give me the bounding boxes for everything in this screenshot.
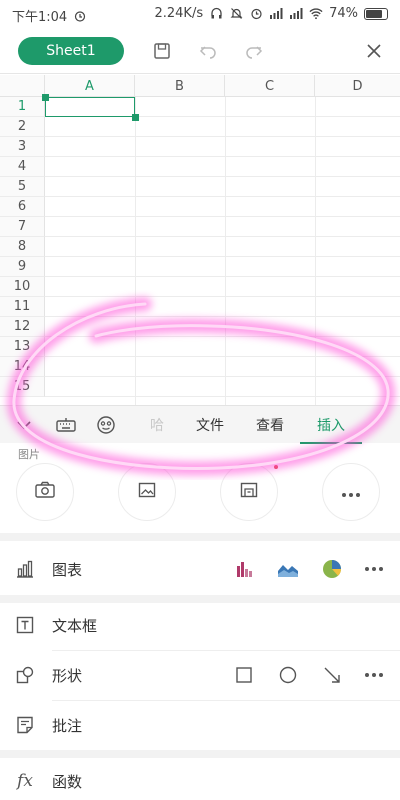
network-speed: 2.24K/s (154, 6, 204, 21)
spreadsheet-grid[interactable]: A B C D 1 2 3 4 5 6 7 8 9 10 11 12 13 14… (0, 75, 400, 405)
new-badge-dot (274, 465, 278, 469)
image-insert-button[interactable] (220, 463, 278, 521)
tab-file[interactable]: 文件 (186, 406, 234, 444)
grid-row (45, 337, 400, 357)
gallery-icon (137, 480, 157, 504)
row-header[interactable]: 10 (0, 277, 45, 297)
corner-cell (0, 75, 45, 97)
app-toolbar: Sheet1 (0, 28, 400, 74)
more-icon (341, 483, 361, 502)
wifi-icon (309, 7, 323, 21)
circle-shape-icon[interactable] (276, 663, 300, 687)
textbox-icon (14, 614, 36, 636)
gallery-button[interactable] (118, 463, 176, 521)
column-header[interactable]: D (315, 75, 400, 97)
image-section-label: 图片 (18, 448, 40, 461)
column-header[interactable]: B (135, 75, 225, 97)
save-icon[interactable] (150, 39, 174, 63)
bottom-tool-strip: 哈 文件 查看 插入 (0, 405, 400, 444)
row-header[interactable]: 6 (0, 197, 45, 217)
chart-bars-icon (14, 558, 36, 580)
column-header-row: A B C D (0, 75, 400, 97)
keyboard-icon[interactable] (54, 413, 78, 437)
status-bar: 下午1:04 2.24K/s 74% (0, 0, 400, 28)
function-fx-icon: fx (17, 771, 33, 791)
comment-option-row[interactable]: 批注 (0, 700, 400, 750)
row-header[interactable]: 7 (0, 217, 45, 237)
area-chart-icon[interactable] (276, 557, 300, 581)
tab-partial[interactable]: 哈 (146, 406, 168, 444)
row-header[interactable]: 14 (0, 357, 45, 377)
redo-icon[interactable] (242, 39, 266, 63)
chart-more-icon[interactable] (362, 557, 386, 581)
shape-label: 形状 (52, 666, 83, 685)
row-header[interactable]: 5 (0, 177, 45, 197)
selection-handle-bottom-right[interactable] (132, 114, 139, 121)
grid-row (45, 317, 400, 337)
grid-row (45, 137, 400, 157)
row-header[interactable]: 1 (0, 97, 45, 117)
grid-row (45, 297, 400, 317)
grid-row (45, 157, 400, 177)
battery-percent: 74% (329, 6, 358, 21)
grid-row (45, 117, 400, 137)
signal-icon (289, 7, 303, 21)
textbox-label: 文本框 (52, 616, 98, 635)
bar-chart-icon[interactable] (232, 557, 256, 581)
column-header[interactable]: A (45, 75, 135, 97)
grid-row (45, 177, 400, 197)
battery-icon (364, 7, 388, 20)
section-divider (0, 533, 400, 541)
shape-icon (14, 664, 36, 686)
row-header[interactable]: 13 (0, 337, 45, 357)
shape-option-row[interactable]: 形状 (0, 650, 400, 700)
alarm-clock-icon (249, 7, 263, 21)
headphones-icon (209, 7, 223, 21)
grid-row (45, 377, 400, 397)
grid-row (45, 197, 400, 217)
emoji-icon[interactable] (94, 413, 118, 437)
textbox-option-row[interactable]: 文本框 (0, 600, 400, 650)
column-header[interactable]: C (225, 75, 315, 97)
grid-row (45, 237, 400, 257)
camera-button[interactable] (16, 463, 74, 521)
tab-view[interactable]: 查看 (246, 406, 294, 444)
comment-label: 批注 (52, 716, 83, 735)
mute-bell-icon (229, 7, 243, 21)
more-images-button[interactable] (322, 463, 380, 521)
close-icon[interactable] (362, 39, 386, 63)
row-header[interactable]: 2 (0, 117, 45, 137)
chart-option-row[interactable]: 图表 (0, 544, 400, 594)
row-header[interactable]: 12 (0, 317, 45, 337)
row-header[interactable]: 11 (0, 297, 45, 317)
grid-row (45, 357, 400, 377)
grid-row (45, 277, 400, 297)
row-header[interactable]: 8 (0, 237, 45, 257)
function-option-row[interactable]: fx 函数 (0, 756, 400, 800)
hd-signal-icon (269, 7, 283, 21)
alarm-icon (73, 9, 87, 23)
selected-cell-a1[interactable] (45, 97, 135, 117)
camera-icon (34, 480, 56, 504)
rectangle-shape-icon[interactable] (232, 663, 256, 687)
row-header[interactable]: 15 (0, 377, 45, 397)
tab-insert[interactable]: 插入 (300, 406, 362, 444)
selection-handle-top-left[interactable] (42, 94, 49, 101)
pie-chart-icon[interactable] (320, 557, 344, 581)
collapse-chevron-icon[interactable] (12, 413, 36, 437)
row-header[interactable]: 4 (0, 157, 45, 177)
chart-label: 图表 (52, 560, 83, 579)
image-insert-icon (239, 480, 259, 504)
shape-more-icon[interactable] (362, 663, 386, 687)
sheet-tab-button[interactable]: Sheet1 (18, 37, 124, 65)
arrow-shape-icon[interactable] (320, 663, 344, 687)
row-header[interactable]: 9 (0, 257, 45, 277)
grid-row (45, 257, 400, 277)
comment-icon (14, 714, 36, 736)
function-label: 函数 (52, 772, 83, 791)
clock-time: 下午1:04 (12, 10, 68, 25)
undo-icon[interactable] (196, 39, 220, 63)
grid-row (45, 217, 400, 237)
row-header[interactable]: 3 (0, 137, 45, 157)
